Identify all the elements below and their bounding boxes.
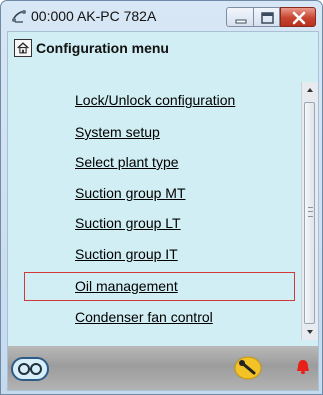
maximize-icon — [261, 12, 274, 24]
close-icon — [292, 11, 306, 25]
app-window: 00:000 AK-PC 782A Configuration menu Loc… — [0, 0, 323, 395]
grip-icon — [308, 207, 313, 217]
menu-item-select-plant-type[interactable]: Select plant type — [75, 154, 179, 170]
menu-item-suction-group-lt[interactable]: Suction group LT — [75, 215, 181, 231]
menu-item-condenser-fan-control[interactable]: Condenser fan control — [75, 309, 213, 325]
selected-item-highlight — [24, 272, 295, 301]
minimize-button[interactable] — [226, 7, 254, 27]
menu-item-lock-unlock-configuration[interactable]: Lock/Unlock configuration — [75, 92, 235, 108]
title-bar[interactable]: 00:000 AK-PC 782A — [1, 1, 322, 31]
scroll-down-arrow-icon[interactable] — [302, 324, 318, 340]
page-title: Configuration menu — [36, 40, 169, 56]
scrollbar-thumb[interactable] — [304, 102, 315, 324]
menu-item-suction-group-it[interactable]: Suction group IT — [75, 246, 178, 262]
network-icon — [12, 10, 26, 23]
configuration-panel: Configuration menu Lock/Unlock configura… — [7, 31, 319, 391]
alarm-bell-icon[interactable] — [294, 358, 312, 376]
maximize-button[interactable] — [253, 7, 280, 27]
status-bar — [8, 346, 318, 390]
vertical-scrollbar[interactable] — [301, 82, 318, 340]
scroll-up-arrow-icon[interactable] — [302, 82, 318, 98]
window-title: 00:000 AK-PC 782A — [31, 8, 157, 24]
home-icon[interactable] — [14, 39, 32, 57]
glasses-icon[interactable] — [11, 356, 49, 382]
minimize-icon — [235, 19, 247, 24]
menu-item-suction-group-mt[interactable]: Suction group MT — [75, 185, 186, 201]
menu-item-system-setup[interactable]: System setup — [75, 124, 160, 140]
menu-header: Configuration menu — [8, 32, 318, 64]
close-button[interactable] — [280, 7, 316, 27]
wrench-icon[interactable] — [234, 356, 262, 380]
